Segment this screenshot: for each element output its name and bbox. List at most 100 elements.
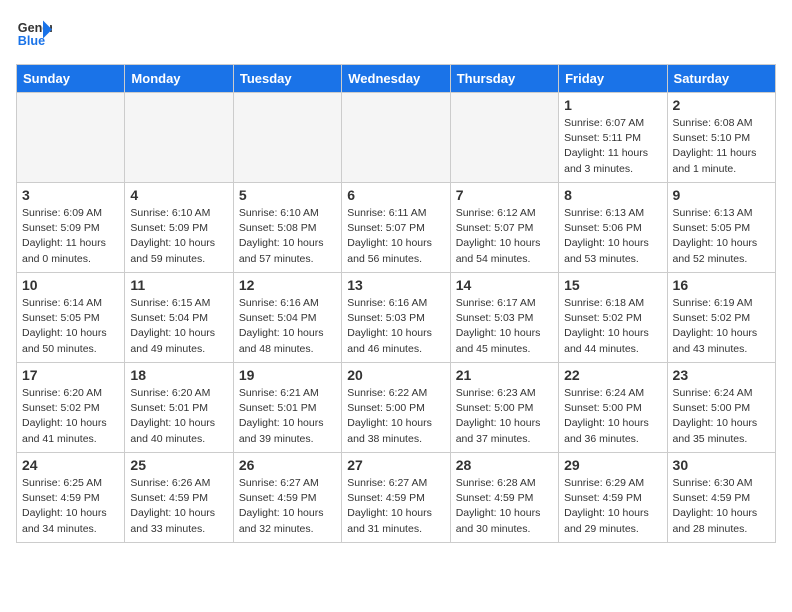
day-cell — [450, 93, 558, 183]
day-cell: 13 Sunrise: 6:16 AMSunset: 5:03 PMDayligh… — [342, 273, 450, 363]
day-number: 3 — [22, 187, 119, 203]
day-info: Sunrise: 6:20 AMSunset: 5:01 PMDaylight:… — [130, 386, 227, 447]
day-info: Sunrise: 6:24 AMSunset: 5:00 PMDaylight:… — [673, 386, 770, 447]
day-cell: 8 Sunrise: 6:13 AMSunset: 5:06 PMDaylight… — [559, 183, 667, 273]
day-number: 8 — [564, 187, 661, 203]
day-cell: 11Sunrise: 6:15 AMSunset: 5:04 PMDayligh… — [125, 273, 233, 363]
day-info: Sunrise: 6:25 AMSunset: 4:59 PMDaylight:… — [22, 476, 119, 537]
day-cell: 19Sunrise: 6:21 AMSunset: 5:01 PMDayligh… — [233, 363, 341, 453]
day-info: Sunrise: 6:24 AMSunset: 5:00 PMDaylight:… — [564, 386, 661, 447]
day-info: Sunrise: 6:10 AMSunset: 5:09 PMDaylight:… — [130, 206, 227, 267]
day-number: 1 — [564, 97, 661, 113]
week-row-5: 24 Sunrise: 6:25 AMSunset: 4:59 PMDayligh… — [17, 453, 776, 543]
day-info: Sunrise: 6:09 AMSunset: 5:09 PMDaylight:… — [22, 206, 119, 267]
col-header-saturday: Saturday — [667, 65, 775, 93]
day-info: Sunrise: 6:30 AMSunset: 4:59 PMDaylight:… — [673, 476, 770, 537]
day-cell: 29 Sunrise: 6:29 AMSunset: 4:59 PMDayligh… — [559, 453, 667, 543]
day-cell — [233, 93, 341, 183]
day-info: Sunrise: 6:20 AMSunset: 5:02 PMDaylight:… — [22, 386, 119, 447]
day-number: 13 — [347, 277, 444, 293]
day-number: 21 — [456, 367, 553, 383]
week-row-3: 10Sunrise: 6:14 AMSunset: 5:05 PMDayligh… — [17, 273, 776, 363]
day-info: Sunrise: 6:17 AMSunset: 5:03 PMDaylight:… — [456, 296, 553, 357]
day-cell: 24 Sunrise: 6:25 AMSunset: 4:59 PMDayligh… — [17, 453, 125, 543]
day-info: Sunrise: 6:11 AMSunset: 5:07 PMDaylight:… — [347, 206, 444, 267]
col-header-monday: Monday — [125, 65, 233, 93]
day-number: 28 — [456, 457, 553, 473]
day-cell — [125, 93, 233, 183]
day-cell: 20 Sunrise: 6:22 AMSunset: 5:00 PMDayligh… — [342, 363, 450, 453]
day-number: 4 — [130, 187, 227, 203]
day-number: 14 — [456, 277, 553, 293]
svg-text:Blue: Blue — [18, 34, 45, 48]
day-info: Sunrise: 6:28 AMSunset: 4:59 PMDaylight:… — [456, 476, 553, 537]
day-cell: 3 Sunrise: 6:09 AMSunset: 5:09 PMDaylight… — [17, 183, 125, 273]
day-cell: 16 Sunrise: 6:19 AMSunset: 5:02 PMDayligh… — [667, 273, 775, 363]
day-info: Sunrise: 6:22 AMSunset: 5:00 PMDaylight:… — [347, 386, 444, 447]
day-number: 16 — [673, 277, 770, 293]
page-header: General Blue — [16, 16, 776, 52]
day-cell: 30Sunrise: 6:30 AMSunset: 4:59 PMDayligh… — [667, 453, 775, 543]
week-row-4: 17 Sunrise: 6:20 AMSunset: 5:02 PMDayligh… — [17, 363, 776, 453]
day-number: 15 — [564, 277, 661, 293]
day-cell: 14 Sunrise: 6:17 AMSunset: 5:03 PMDayligh… — [450, 273, 558, 363]
day-number: 24 — [22, 457, 119, 473]
day-info: Sunrise: 6:16 AMSunset: 5:04 PMDaylight:… — [239, 296, 336, 357]
day-info: Sunrise: 6:10 AMSunset: 5:08 PMDaylight:… — [239, 206, 336, 267]
day-number: 7 — [456, 187, 553, 203]
day-cell: 28 Sunrise: 6:28 AMSunset: 4:59 PMDayligh… — [450, 453, 558, 543]
day-number: 9 — [673, 187, 770, 203]
day-info: Sunrise: 6:18 AMSunset: 5:02 PMDaylight:… — [564, 296, 661, 357]
day-number: 2 — [673, 97, 770, 113]
day-cell: 27 Sunrise: 6:27 AMSunset: 4:59 PMDayligh… — [342, 453, 450, 543]
logo: General Blue — [16, 16, 52, 52]
day-cell: 7 Sunrise: 6:12 AMSunset: 5:07 PMDaylight… — [450, 183, 558, 273]
day-info: Sunrise: 6:27 AMSunset: 4:59 PMDaylight:… — [347, 476, 444, 537]
day-number: 18 — [130, 367, 227, 383]
col-header-thursday: Thursday — [450, 65, 558, 93]
day-cell: 1 Sunrise: 6:07 AMSunset: 5:11 PMDaylight… — [559, 93, 667, 183]
logo-icon: General Blue — [16, 16, 52, 52]
col-header-wednesday: Wednesday — [342, 65, 450, 93]
day-info: Sunrise: 6:16 AMSunset: 5:03 PMDaylight:… — [347, 296, 444, 357]
day-cell: 26 Sunrise: 6:27 AMSunset: 4:59 PMDayligh… — [233, 453, 341, 543]
calendar-table: SundayMondayTuesdayWednesdayThursdayFrid… — [16, 64, 776, 543]
day-number: 17 — [22, 367, 119, 383]
day-number: 27 — [347, 457, 444, 473]
day-info: Sunrise: 6:07 AMSunset: 5:11 PMDaylight:… — [564, 116, 661, 177]
day-info: Sunrise: 6:13 AMSunset: 5:05 PMDaylight:… — [673, 206, 770, 267]
day-cell: 21 Sunrise: 6:23 AMSunset: 5:00 PMDayligh… — [450, 363, 558, 453]
day-info: Sunrise: 6:19 AMSunset: 5:02 PMDaylight:… — [673, 296, 770, 357]
day-info: Sunrise: 6:29 AMSunset: 4:59 PMDaylight:… — [564, 476, 661, 537]
day-cell: 5 Sunrise: 6:10 AMSunset: 5:08 PMDaylight… — [233, 183, 341, 273]
week-row-1: 1 Sunrise: 6:07 AMSunset: 5:11 PMDaylight… — [17, 93, 776, 183]
day-info: Sunrise: 6:12 AMSunset: 5:07 PMDaylight:… — [456, 206, 553, 267]
day-number: 29 — [564, 457, 661, 473]
day-info: Sunrise: 6:13 AMSunset: 5:06 PMDaylight:… — [564, 206, 661, 267]
day-number: 5 — [239, 187, 336, 203]
day-cell: 17 Sunrise: 6:20 AMSunset: 5:02 PMDayligh… — [17, 363, 125, 453]
day-cell: 12 Sunrise: 6:16 AMSunset: 5:04 PMDayligh… — [233, 273, 341, 363]
day-cell: 25 Sunrise: 6:26 AMSunset: 4:59 PMDayligh… — [125, 453, 233, 543]
col-header-friday: Friday — [559, 65, 667, 93]
day-number: 22 — [564, 367, 661, 383]
day-number: 6 — [347, 187, 444, 203]
day-info: Sunrise: 6:26 AMSunset: 4:59 PMDaylight:… — [130, 476, 227, 537]
day-cell: 4 Sunrise: 6:10 AMSunset: 5:09 PMDaylight… — [125, 183, 233, 273]
day-number: 20 — [347, 367, 444, 383]
day-number: 26 — [239, 457, 336, 473]
day-info: Sunrise: 6:21 AMSunset: 5:01 PMDaylight:… — [239, 386, 336, 447]
day-cell — [17, 93, 125, 183]
day-cell: 6 Sunrise: 6:11 AMSunset: 5:07 PMDaylight… — [342, 183, 450, 273]
day-info: Sunrise: 6:15 AMSunset: 5:04 PMDaylight:… — [130, 296, 227, 357]
day-cell: 18 Sunrise: 6:20 AMSunset: 5:01 PMDayligh… — [125, 363, 233, 453]
day-cell: 10Sunrise: 6:14 AMSunset: 5:05 PMDayligh… — [17, 273, 125, 363]
day-cell: 2Sunrise: 6:08 AMSunset: 5:10 PMDaylight… — [667, 93, 775, 183]
day-info: Sunrise: 6:27 AMSunset: 4:59 PMDaylight:… — [239, 476, 336, 537]
day-number: 25 — [130, 457, 227, 473]
day-info: Sunrise: 6:23 AMSunset: 5:00 PMDaylight:… — [456, 386, 553, 447]
day-cell: 15 Sunrise: 6:18 AMSunset: 5:02 PMDayligh… — [559, 273, 667, 363]
day-cell: 9 Sunrise: 6:13 AMSunset: 5:05 PMDaylight… — [667, 183, 775, 273]
day-cell: 22 Sunrise: 6:24 AMSunset: 5:00 PMDayligh… — [559, 363, 667, 453]
day-number: 12 — [239, 277, 336, 293]
